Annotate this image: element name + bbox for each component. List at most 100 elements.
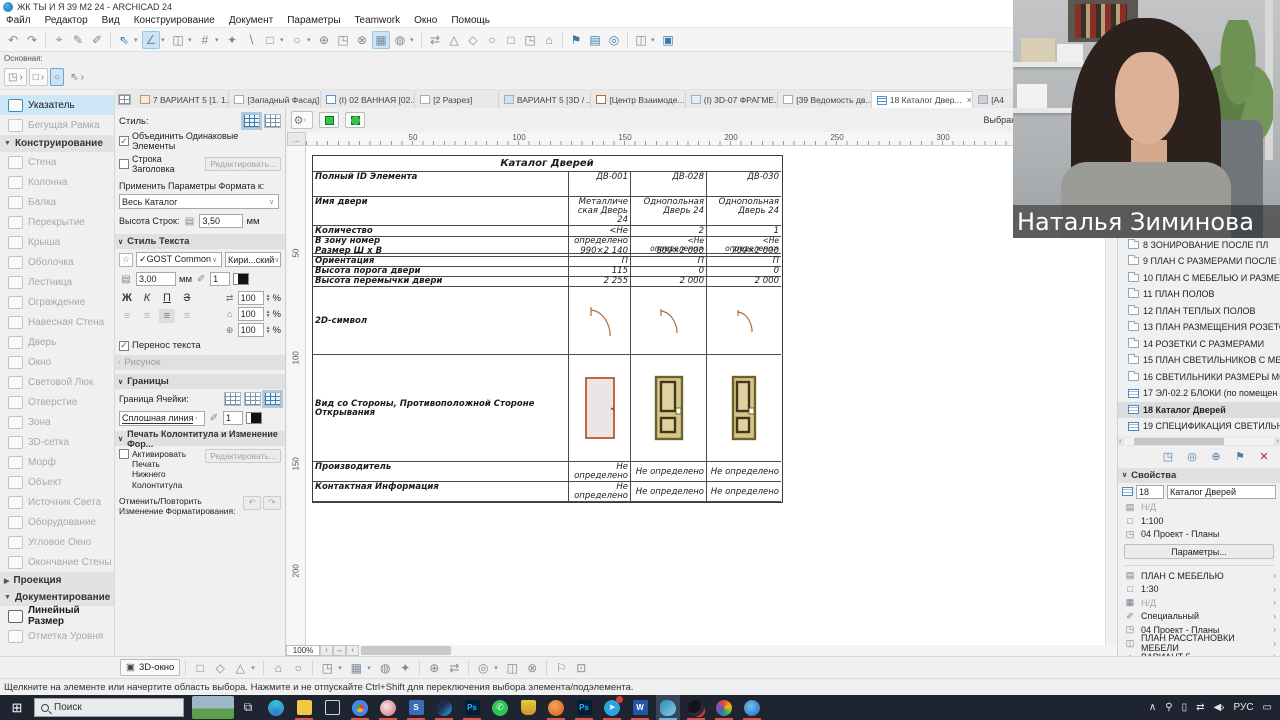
taskbar-search[interactable]: Поиск: [34, 698, 184, 717]
menu-options[interactable]: Параметры: [287, 15, 340, 26]
tracking-input[interactable]: 100: [237, 323, 264, 337]
pickup-parameters-icon[interactable]: ⌖: [50, 31, 68, 49]
delete-icon[interactable]: ✕: [1256, 449, 1272, 465]
tool-mesh[interactable]: 3D-сетка: [0, 432, 114, 452]
tab-door-list[interactable]: [39 Ведомость дв...: [778, 91, 872, 108]
script-select[interactable]: Кири...ский ∨: [225, 252, 281, 267]
footer-section[interactable]: ∨ Печать Колонтитула и Изменение Фор...: [115, 429, 285, 449]
prop-scale-row[interactable]: □ 1:100: [1118, 514, 1280, 528]
menu-edit[interactable]: Редактор: [45, 15, 88, 26]
nav-item-10[interactable]: 10 ПЛАН С МЕБЕЛЬЮ И РАЗМЕР: [1118, 270, 1280, 287]
vertical-ruler[interactable]: 50 100 150 200: [287, 146, 306, 645]
prop-detail-penset[interactable]: ✐ Специальный ›: [1118, 610, 1280, 624]
lock-icon[interactable]: ○: [288, 31, 306, 49]
task-view-button[interactable]: ⧉: [236, 695, 260, 720]
app-photoshop2[interactable]: Ps: [572, 695, 596, 720]
camera-path-icon[interactable]: ⇄: [445, 659, 463, 677]
door-elevation-2[interactable]: [631, 355, 707, 462]
cell[interactable]: ДВ-001: [569, 172, 631, 197]
cell[interactable]: Не определено: [707, 462, 781, 482]
flag-list-icon[interactable]: ▤: [586, 31, 604, 49]
layers-dropdown-icon[interactable]: ▾: [338, 664, 345, 672]
border-horizontal-icon[interactable]: [244, 392, 261, 406]
marquee-mode-button[interactable]: ◳ ›: [4, 68, 27, 86]
nav-item-13[interactable]: 13 ПЛАН РАЗМЕЩЕНИЯ РОЗЕТО: [1118, 319, 1280, 336]
align-center-icon[interactable]: ≡: [139, 309, 155, 323]
properties-section-header[interactable]: ∨ Свойства: [1118, 467, 1280, 483]
strikethrough-button[interactable]: З: [179, 291, 195, 305]
prop-layer-row[interactable]: ▤ Н/Д: [1118, 501, 1280, 515]
door-swing-symbol-1[interactable]: [569, 287, 631, 355]
menu-document[interactable]: Документ: [229, 15, 273, 26]
magic-wand-icon[interactable]: ✦: [223, 31, 241, 49]
split-icon[interactable]: ⇄: [426, 31, 444, 49]
nav-item-09[interactable]: 9 ПЛАН С РАЗМЕРАМИ ПОСЛЕ Г: [1118, 253, 1280, 270]
header-row-checkbox[interactable]: [119, 159, 129, 169]
door-swing-symbol-2[interactable]: [631, 287, 707, 355]
app-defender[interactable]: [516, 695, 540, 720]
tool-opening[interactable]: Отверстие: [0, 392, 114, 412]
explore-icon[interactable]: ○: [289, 659, 307, 677]
cell[interactable]: Не определено: [569, 462, 631, 482]
publish-icon[interactable]: ⚑: [1232, 449, 1248, 465]
app-edge[interactable]: [264, 695, 288, 720]
door-elevation-1[interactable]: [569, 355, 631, 462]
tool-stair[interactable]: Лестница: [0, 272, 114, 292]
prop-detail-layers[interactable]: ▤ ПЛАН С МЕБЕЛЬЮ ›: [1118, 569, 1280, 583]
merge-checkbox[interactable]: ✓: [119, 136, 129, 146]
tab-overview-icon[interactable]: [118, 94, 132, 105]
suspend-groups-icon[interactable]: ⊗: [353, 31, 371, 49]
zoom-menu-button[interactable]: ›: [320, 645, 333, 656]
select-mode-button[interactable]: [345, 112, 365, 128]
zoom-level[interactable]: 100%: [286, 645, 320, 656]
app-obs[interactable]: [684, 695, 708, 720]
nav-item-15[interactable]: 15 ПЛАН СВЕТИЛЬНИКОВ С МЕБ: [1118, 352, 1280, 369]
horizontal-scrollbar[interactable]: [359, 645, 1117, 656]
schedule-canvas[interactable]: Каталог Дверей Полный ID Элемента ДВ-001…: [306, 146, 1105, 645]
line-spacing-input[interactable]: 100: [237, 291, 264, 305]
favorite-star-icon[interactable]: ☆: [119, 252, 134, 267]
modify-icon[interactable]: ◍: [391, 31, 409, 49]
link-icon[interactable]: ⊡: [572, 659, 590, 677]
tab-3d-fragment[interactable]: (I) 3D-07 ФРАГМЕ...: [685, 91, 779, 108]
scroll-thumb[interactable]: [361, 646, 451, 655]
border-pen-input[interactable]: 1: [223, 411, 243, 425]
menu-help[interactable]: Помощь: [451, 15, 490, 26]
gravity-dropdown-icon[interactable]: ▾: [188, 36, 195, 44]
app-word[interactable]: W: [628, 695, 652, 720]
toolbox-section-views[interactable]: ▶ Проекция: [0, 572, 114, 589]
tool-level-dimension[interactable]: Отметка Уровня: [0, 626, 114, 646]
row-height-input[interactable]: 3,50: [199, 214, 244, 228]
model-filter-icon[interactable]: ▦: [347, 659, 365, 677]
tray-device-icon[interactable]: ▯: [1182, 702, 1188, 713]
undo-icon[interactable]: ↶: [4, 31, 22, 49]
tool-column[interactable]: Колонна: [0, 172, 114, 192]
walk-mode-icon[interactable]: ⌂: [269, 659, 287, 677]
nav-item-19[interactable]: 19 СПЕЦИФИКАЦИЯ СВЕТИЛЬНИ: [1118, 418, 1280, 435]
prop-detail-furniture-plan[interactable]: ◫ ПЛАН РАССТАНОВКИ МЕБЕЛИ ›: [1118, 633, 1280, 653]
adjust-icon[interactable]: △: [445, 31, 463, 49]
borders-section[interactable]: ∨ Границы: [115, 374, 285, 389]
cell[interactable]: Не определено: [631, 462, 707, 482]
resize-icon[interactable]: □: [502, 31, 520, 49]
app-telegram[interactable]: ➤: [600, 695, 624, 720]
parameters-button[interactable]: Параметры...: [1124, 544, 1274, 559]
app-comet[interactable]: [432, 695, 456, 720]
tray-mic-icon[interactable]: ⚲: [1165, 702, 1172, 713]
nav-item-12[interactable]: 12 ПЛАН ТЕПЛЫХ ПОЛОВ: [1118, 303, 1280, 320]
lock-dropdown-icon[interactable]: ▾: [307, 36, 314, 44]
ruler-corner-button[interactable]: ...: [287, 132, 306, 146]
scroll-right-icon[interactable]: ›: [1276, 438, 1280, 445]
new-folder-icon[interactable]: ⊕: [1208, 449, 1224, 465]
view-dropdown-icon[interactable]: ▾: [651, 36, 658, 44]
view-settings-icon[interactable]: ◫: [632, 31, 650, 49]
start-button[interactable]: ⊞: [0, 695, 34, 720]
element-snap-icon[interactable]: ▦: [372, 30, 390, 49]
app-paint[interactable]: [376, 695, 400, 720]
toolbox-section-document[interactable]: ▼ Документирование: [0, 589, 114, 606]
tab-bathroom[interactable]: (I) 02 ВАННАЯ [02...: [320, 91, 416, 108]
orbit-mode-icon[interactable]: △: [231, 659, 249, 677]
stretch-icon[interactable]: ◳: [521, 31, 539, 49]
style-table2-icon[interactable]: [264, 114, 281, 128]
menu-view[interactable]: Вид: [102, 15, 120, 26]
